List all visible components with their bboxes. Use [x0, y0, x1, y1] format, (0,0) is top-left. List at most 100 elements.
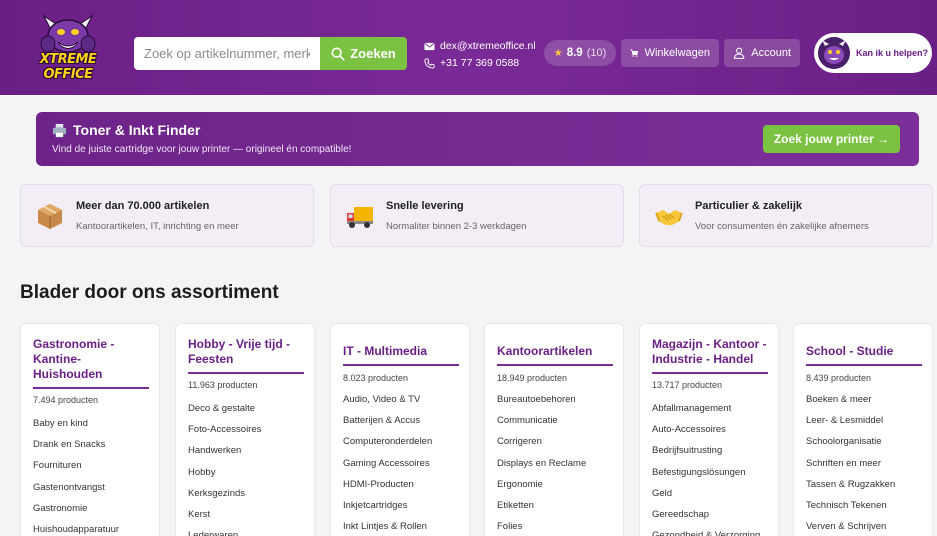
help-chat-button[interactable]: Kan ik u helpen? [814, 33, 932, 73]
category-item[interactable]: Displays en Reclame [497, 453, 586, 474]
category-item[interactable]: Gereedschap [652, 504, 760, 525]
category-item[interactable]: Batterijen & Accus [343, 410, 432, 431]
category-item[interactable]: Verven & Schrijven [806, 516, 895, 536]
category-count: 13.717 producten [652, 380, 723, 390]
category-title[interactable]: IT - Multimedia [343, 344, 459, 359]
category-list: Boeken & meer Leer- & Lesmiddel Schoolor… [806, 389, 895, 536]
category-item[interactable]: Foto-Accessoires [188, 419, 261, 440]
category-item[interactable]: Bureautoebehoren [497, 389, 586, 410]
category-item[interactable]: Gastenontvangst [33, 477, 119, 498]
search-button-label: Zoeken [350, 46, 396, 61]
category-list: Bureautoebehoren Communicatie Corrigeren… [497, 389, 586, 536]
category-item[interactable]: Inkt Lintjes & Rollen [343, 516, 432, 536]
category-divider [343, 364, 459, 366]
cart-button[interactable]: Winkelwagen [621, 39, 719, 67]
help-avatar [818, 37, 850, 69]
search-input[interactable] [134, 37, 320, 70]
category-title[interactable]: Hobby - Vrije tijd - Feesten [188, 337, 304, 367]
category-item[interactable]: Tassen & Rugzakken [806, 474, 895, 495]
category-item[interactable]: Befestigungslösungen [652, 462, 760, 483]
category-divider [806, 364, 922, 366]
category-item[interactable]: Auto-Accessoires [652, 419, 760, 440]
category-title[interactable]: School - Studie [806, 344, 922, 359]
category-card-magazijn[interactable]: Magazijn - Kantoor - Industrie - Handel … [639, 323, 779, 536]
feature-desc: Voor consumenten én zakelijke afnemers [695, 221, 869, 232]
category-item[interactable]: Hobby [188, 462, 261, 483]
category-card-gastronomie[interactable]: Gastronomie - Kantine- Huishouden 7.494 … [20, 323, 160, 536]
category-divider [497, 364, 613, 366]
category-item[interactable]: Drank en Snacks [33, 434, 119, 455]
category-list: Audio, Video & TV Batterijen & Accus Com… [343, 389, 432, 536]
category-item[interactable]: Computeronderdelen [343, 431, 432, 452]
category-title[interactable]: Magazijn - Kantoor - Industrie - Handel [652, 337, 768, 367]
section-title: Blader door ons assortiment [20, 282, 279, 303]
category-item[interactable]: Boeken & meer [806, 389, 895, 410]
category-item[interactable]: Communicatie [497, 410, 586, 431]
truck-icon [347, 207, 373, 228]
category-item[interactable]: Leer- & Lesmiddel [806, 410, 895, 431]
category-item[interactable]: Deco & gestalte [188, 398, 261, 419]
category-item[interactable]: Fournituren [33, 455, 119, 476]
toner-subtitle: Vind de juiste cartridge voor jouw print… [52, 144, 352, 155]
category-item[interactable]: Baby en kind [33, 413, 119, 434]
find-printer-button[interactable]: Zoek jouw printer → [763, 125, 900, 153]
category-count: 7.494 producten [33, 395, 99, 405]
category-item[interactable]: Corrigeren [497, 431, 586, 452]
category-item[interactable]: HDMI-Producten [343, 474, 432, 495]
mascot-logo-icon [40, 14, 96, 53]
category-item[interactable]: Abfallmanagement [652, 398, 760, 419]
contact-phone[interactable]: +31 77 369 0588 [424, 55, 536, 72]
category-item[interactable]: Kerksgezinds [188, 483, 261, 504]
category-item[interactable]: Schoolorganisatie [806, 431, 895, 452]
category-card-kantoor[interactable]: Kantoorartikelen 18.949 producten Bureau… [484, 323, 624, 536]
toner-title-text: Toner & Inkt Finder [73, 122, 201, 138]
category-divider [33, 387, 149, 389]
category-list: Deco & gestalte Foto-Accessoires Handwer… [188, 398, 261, 536]
contact-info: dex@xtremeoffice.nl +31 77 369 0588 [424, 38, 536, 72]
category-card-school[interactable]: School - Studie 8.439 producten Boeken &… [793, 323, 933, 536]
feature-articles: Meer dan 70.000 artikelen Kantoorartikel… [20, 184, 314, 247]
account-button[interactable]: Account [724, 39, 800, 67]
category-count: 11.963 producten [188, 380, 258, 390]
account-label: Account [751, 47, 791, 59]
category-item[interactable]: Etiketten [497, 495, 586, 516]
contact-phone-text: +31 77 369 0588 [440, 57, 520, 69]
category-card-hobby[interactable]: Hobby - Vrije tijd - Feesten 11.963 prod… [175, 323, 315, 536]
category-list: Abfallmanagement Auto-Accessoires Bedrij… [652, 398, 760, 536]
toner-finder-banner: Toner & Inkt Finder Vind de juiste cartr… [36, 112, 919, 166]
category-title[interactable]: Gastronomie - Kantine- Huishouden [33, 337, 149, 382]
help-label: Kan ik u helpen? [856, 48, 929, 58]
category-item[interactable]: Gaming Accessoires [343, 453, 432, 474]
search-bar: Zoeken [134, 37, 407, 70]
mascot-avatar-icon [818, 37, 850, 69]
feature-title: Particulier & zakelijk [695, 200, 802, 212]
category-item[interactable]: Gastronomie [33, 498, 119, 519]
category-item[interactable]: Kerst [188, 504, 261, 525]
toner-title: Toner & Inkt Finder [52, 122, 200, 138]
rating-badge[interactable]: ★ 8.9 (10) [544, 40, 616, 66]
search-button[interactable]: Zoeken [320, 37, 407, 70]
category-item[interactable]: Technisch Tekenen [806, 495, 895, 516]
contact-email-text: dex@xtremeoffice.nl [440, 40, 536, 52]
category-item[interactable]: Bedrijfsuitrusting [652, 440, 760, 461]
category-item[interactable]: Audio, Video & TV [343, 389, 432, 410]
category-item[interactable]: Schriften en meer [806, 453, 895, 474]
logo[interactable]: XTREME OFFICE [18, 14, 118, 82]
category-item[interactable]: Geld [652, 483, 760, 504]
category-item[interactable]: Inkjetcartridges [343, 495, 432, 516]
handshake-icon [655, 210, 683, 225]
category-item[interactable]: Lederwaren [188, 525, 261, 536]
site-header: XTREME OFFICE Zoeken dex@xtremeoffice.nl… [0, 0, 937, 95]
category-item[interactable]: Handwerken [188, 440, 261, 461]
category-item[interactable]: Ergonomie [497, 474, 586, 495]
category-card-it[interactable]: IT - Multimedia 8.023 producten Audio, V… [330, 323, 470, 536]
category-item[interactable]: Huishoudapparatuur [33, 519, 119, 536]
contact-email[interactable]: dex@xtremeoffice.nl [424, 38, 536, 55]
category-item[interactable]: Gezondheid & Verzorging [652, 525, 760, 536]
rating-count: (10) [586, 47, 607, 59]
category-item[interactable]: Folies [497, 516, 586, 536]
category-list: Baby en kind Drank en Snacks Fournituren… [33, 413, 119, 536]
phone-icon [424, 58, 435, 69]
category-title[interactable]: Kantoorartikelen [497, 344, 613, 359]
category-divider [652, 372, 768, 374]
